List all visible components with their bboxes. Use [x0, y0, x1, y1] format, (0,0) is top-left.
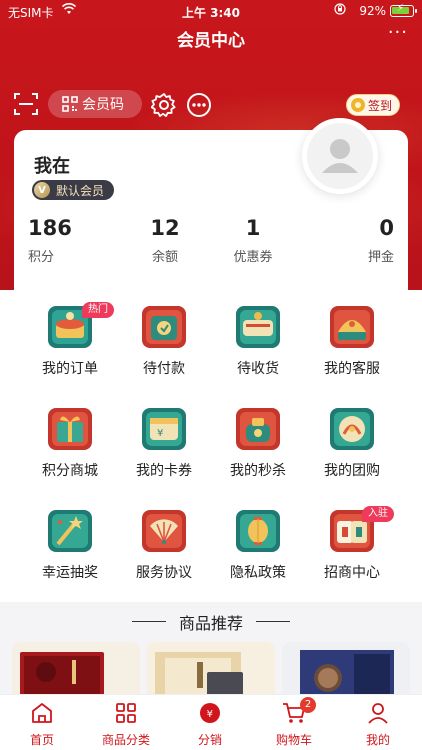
vip-icon: V [34, 182, 50, 198]
receive-box-icon [236, 306, 280, 348]
grid-item-pending-payment[interactable]: 待付款 [118, 290, 208, 384]
tab-label: 商品分类 [101, 733, 150, 747]
grid-item-privacy-policy[interactable]: 隐私政策 [212, 494, 302, 588]
recommend-title: 商品推荐 [178, 614, 243, 633]
grid-item-label: 幸运抽奖 [42, 565, 98, 581]
stat-label: 余额 [151, 250, 178, 265]
member-level-label: 默认会员 [56, 183, 105, 198]
grid-item-pending-receipt[interactable]: 待收货 [212, 290, 302, 384]
hot-tag: 热门 [82, 302, 114, 318]
card-voucher-icon: ¥ [142, 408, 186, 450]
stat-value: 0 [379, 216, 394, 240]
member-card: 我在 V 默认会员 186 积分 12 余额 1 优惠券 0 押金 [14, 118, 408, 290]
grid-item-label: 我的团购 [324, 463, 380, 479]
privacy-lantern-icon [236, 510, 280, 552]
cart-count-badge: 2 [300, 697, 316, 713]
grid-item-label: 待收货 [237, 361, 279, 377]
profile-icon [368, 703, 388, 724]
qrcode-icon [62, 96, 78, 112]
category-grid-icon [116, 703, 136, 723]
chat-icon[interactable] [186, 92, 212, 118]
stat-coupons[interactable]: 1 优惠券 [226, 216, 280, 265]
grid-item-points-mall[interactable]: 积分商城 [24, 392, 114, 486]
user-name: 我在 [34, 156, 70, 177]
service-agreement-icon [142, 510, 186, 552]
more-dots-icon[interactable]: ··· [388, 22, 408, 43]
tab-label: 购物车 [275, 733, 312, 747]
orientation-lock-icon [334, 3, 346, 18]
member-stats: 186 积分 12 余额 1 优惠券 0 押金 [14, 216, 408, 272]
tab-label: 分销 [197, 733, 222, 747]
grid-item-my-orders[interactable]: 热门 我的订单 [24, 290, 114, 384]
grid-item-label: 招商中心 [324, 565, 380, 581]
product-image [12, 642, 140, 698]
home-icon [32, 703, 52, 723]
bottom-tab-bar: 首页 商品分类 ¥ 分销 2 购物车 我的 [0, 694, 422, 750]
stat-balance[interactable]: 12 余额 [140, 216, 190, 265]
battery-percent: 92% [359, 4, 386, 18]
join-tag: 入驻 [362, 506, 394, 522]
battery-icon: ⚡ [390, 3, 417, 17]
distribution-coin-icon: ¥ [200, 703, 220, 723]
grid-item-label: 我的卡券 [136, 463, 192, 479]
avatar[interactable] [302, 118, 378, 194]
grid-item-merchant-center[interactable]: 入驻 招商中心 [306, 494, 396, 588]
stat-points[interactable]: 186 积分 [28, 216, 76, 265]
grid-item-label: 隐私政策 [230, 565, 286, 581]
services-grid: 热门 我的订单 待付款 待收货 我的客服 积分商城 ¥ 我的卡券 我的秒杀 我的… [0, 290, 422, 602]
grid-item-customer-service[interactable]: 我的客服 [306, 290, 396, 384]
svg-text:¥: ¥ [157, 428, 163, 439]
grid-item-flash-sale[interactable]: 我的秒杀 [212, 392, 302, 486]
page-title: 会员中心 [177, 31, 245, 51]
grid-item-lucky-draw[interactable]: 幸运抽奖 [24, 494, 114, 588]
stat-label: 优惠券 [233, 250, 273, 265]
checkin-label: 签到 [368, 98, 393, 113]
grid-item-label: 我的订单 [42, 361, 98, 377]
stat-value: 12 [150, 216, 180, 240]
tab-label: 首页 [29, 733, 54, 747]
grid-item-label: 待付款 [143, 361, 185, 377]
product-card[interactable] [147, 642, 275, 698]
product-card[interactable] [282, 642, 410, 698]
gear-icon[interactable] [150, 92, 177, 118]
gift-box-icon [48, 408, 92, 450]
grid-item-label: 我的秒杀 [230, 463, 286, 479]
grid-item-label: 积分商城 [42, 463, 98, 479]
stat-label: 积分 [28, 250, 55, 265]
flash-sale-icon [236, 408, 280, 450]
svg-text:¥: ¥ [207, 709, 213, 720]
tab-profile[interactable]: 我的 [336, 699, 420, 748]
member-code-button[interactable]: 会员码 [48, 90, 142, 118]
stat-value: 186 [28, 216, 72, 240]
stat-value: 1 [245, 216, 261, 240]
tab-distribution[interactable]: ¥ 分销 [168, 699, 252, 748]
tab-label: 我的 [365, 733, 390, 747]
status-bar: 无SIM卡 上午 3:40 92% ⚡ [0, 0, 422, 22]
coin-icon [351, 98, 365, 112]
product-image [282, 642, 410, 698]
wallet-pay-icon [142, 306, 186, 348]
tab-category[interactable]: 商品分类 [84, 699, 168, 748]
stat-deposit[interactable]: 0 押金 [350, 216, 394, 265]
grid-item-label: 我的客服 [324, 361, 380, 377]
checkin-button[interactable]: 签到 [346, 94, 400, 116]
grid-item-label: 服务协议 [136, 565, 192, 581]
grid-item-group-buy[interactable]: 我的团购 [306, 392, 396, 486]
tab-cart[interactable]: 2 购物车 [252, 697, 336, 748]
scan-icon[interactable] [14, 93, 38, 115]
divider-right [256, 621, 290, 622]
grid-item-service-agreement[interactable]: 服务协议 [118, 494, 208, 588]
person-icon [322, 139, 358, 173]
tab-home[interactable]: 首页 [0, 699, 84, 748]
grid-item-my-vouchers[interactable]: ¥ 我的卡券 [118, 392, 208, 486]
customer-service-icon [330, 306, 374, 348]
product-image [147, 642, 275, 698]
member-code-label: 会员码 [82, 97, 124, 113]
lucky-draw-icon [48, 510, 92, 552]
member-level-badge: V 默认会员 [32, 180, 115, 200]
stat-label: 押金 [367, 250, 394, 265]
group-buy-icon [330, 408, 374, 450]
product-card[interactable] [12, 642, 140, 698]
